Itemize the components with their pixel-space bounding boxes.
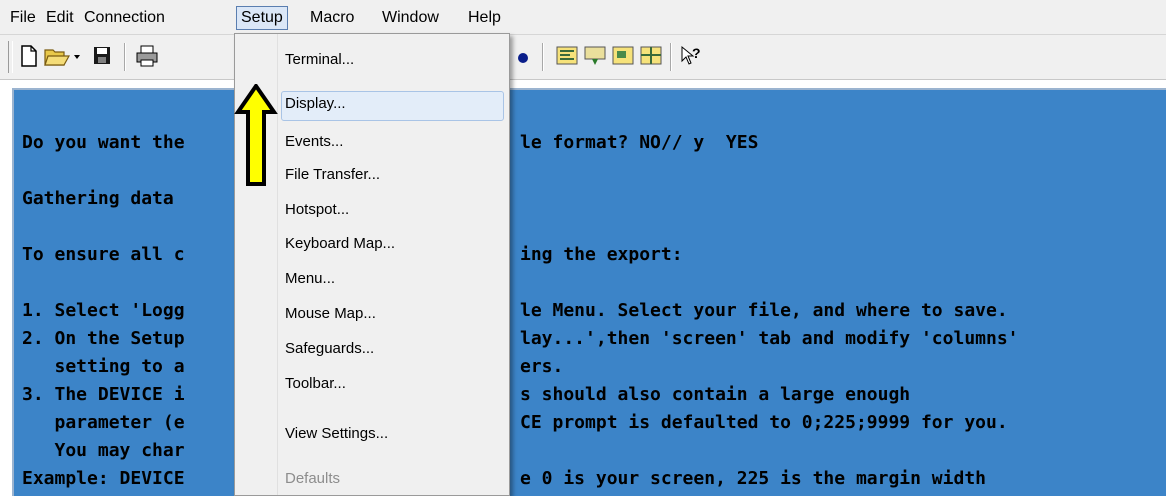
menu-item-toolbar[interactable]: Toolbar... [285, 375, 346, 392]
terminal-line-right: ers. [520, 356, 564, 377]
dot-icon[interactable] [516, 45, 530, 67]
menu-connection[interactable]: Connection [80, 6, 169, 30]
menu-item-mouse-map[interactable]: Mouse Map... [285, 305, 376, 322]
menu-edit[interactable]: Edit [42, 6, 78, 30]
svg-text:?: ? [692, 45, 701, 61]
terminal-line-right: e 0 is your screen, 225 is the margin wi… [520, 468, 986, 489]
terminal-line-left: 1. Select 'Logg [22, 300, 185, 321]
menu-window[interactable]: Window [378, 6, 443, 30]
menu-item-defaults: Defaults [285, 470, 341, 487]
menu-item-view-settings[interactable]: View Settings... [285, 425, 388, 442]
toolbar-separator [542, 43, 544, 71]
terminal-line-right: le format? NO// y YES [520, 132, 759, 153]
map-icon[interactable] [556, 45, 578, 67]
terminal-line-left: 2. On the Setup [22, 328, 185, 349]
menu-item-events[interactable]: Events... [285, 133, 343, 150]
menu-item-keyboard-map[interactable]: Keyboard Map... [285, 235, 395, 252]
terminal-line-left: setting to a [22, 356, 185, 377]
terminal-line-right: CE prompt is defaulted to 0;225;9999 for… [520, 412, 1008, 433]
keyboard-icon[interactable] [584, 45, 606, 67]
menu-setup[interactable]: Setup [236, 6, 288, 30]
terminal-line-left: Do you want the [22, 132, 185, 153]
terminal-line-left: Example: DEVICE [22, 468, 185, 489]
toolbar-separator [124, 43, 126, 71]
hotspot-icon[interactable] [612, 45, 634, 67]
menu-item-display[interactable]: Display... [285, 95, 346, 112]
dropdown-arrow-icon[interactable] [73, 45, 81, 67]
grid-icon[interactable] [640, 45, 662, 67]
new-icon[interactable] [20, 45, 38, 67]
menu-help[interactable]: Help [464, 6, 505, 30]
terminal-line-left: Gathering data [22, 188, 174, 209]
print-icon[interactable] [136, 45, 158, 67]
menu-bar: File Edit Connection Setup Macro Window … [0, 0, 1166, 35]
terminal-line-left: parameter (e [22, 412, 185, 433]
terminal-line-right: le Menu. Select your file, and where to … [520, 300, 1008, 321]
terminal-screen[interactable]: Do you want the le format? NO// y YES Ga… [12, 88, 1166, 496]
terminal-line-left: To ensure all c [22, 244, 185, 265]
menu-item-file-transfer[interactable]: File Transfer... [285, 166, 380, 183]
terminal-line-right: lay...',then 'screen' tab and modify 'co… [520, 328, 1019, 349]
menu-item-hotspot[interactable]: Hotspot... [285, 201, 349, 218]
save-icon[interactable] [92, 45, 112, 67]
toolbar-grip[interactable] [8, 41, 13, 73]
terminal-line-left: You may char [22, 440, 185, 461]
menu-macro[interactable]: Macro [306, 6, 358, 30]
terminal-line-right: ing the export: [520, 244, 683, 265]
toolbar: ? [0, 35, 1166, 80]
menu-item-terminal[interactable]: Terminal... [285, 51, 354, 68]
menu-item-menu[interactable]: Menu... [285, 270, 335, 287]
terminal-line-right: s should also contain a large enough [520, 384, 911, 405]
menu-item-safeguards[interactable]: Safeguards... [285, 340, 374, 357]
open-icon[interactable] [44, 45, 70, 67]
help-pointer-icon[interactable]: ? [680, 45, 704, 67]
toolbar-separator [670, 43, 672, 71]
menu-file[interactable]: File [6, 6, 40, 30]
annotation-arrow-icon [234, 84, 278, 186]
terminal-line-left: 3. The DEVICE i [22, 384, 185, 405]
